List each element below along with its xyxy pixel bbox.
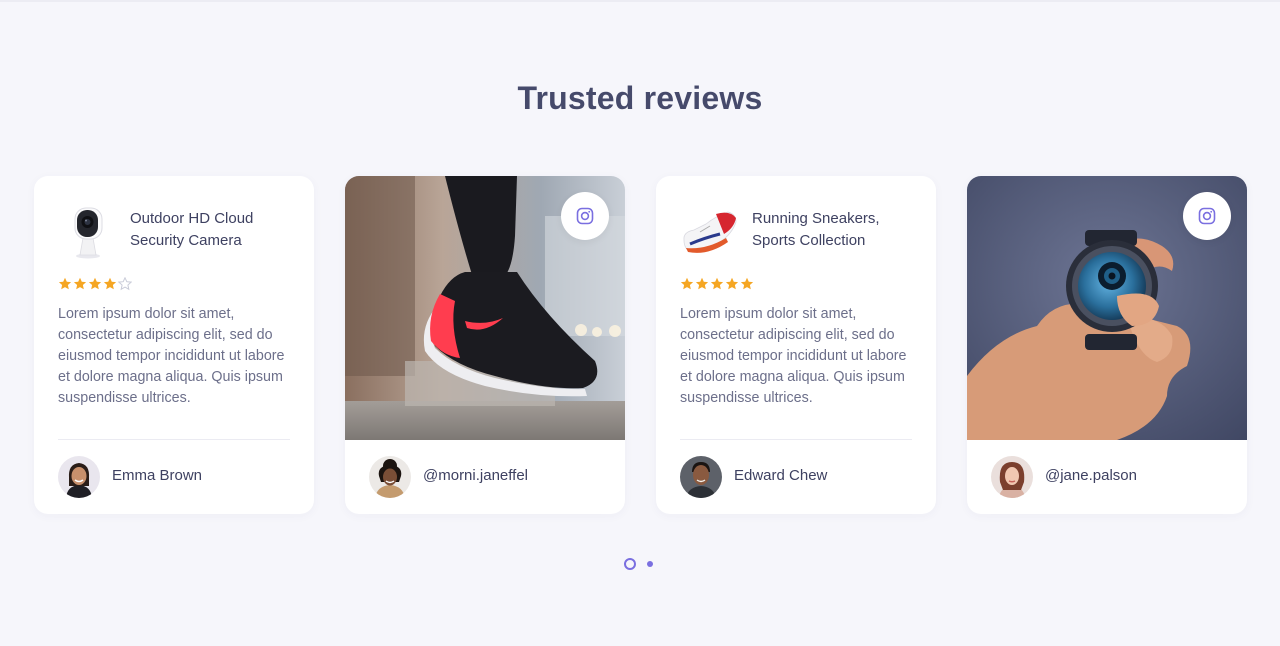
author-name: @jane.palson (1045, 467, 1137, 484)
star-filled-icon (73, 277, 87, 290)
review-author[interactable]: Emma Brown (58, 456, 290, 498)
star-empty-icon (118, 277, 132, 291)
instagram-button[interactable] (1183, 192, 1231, 240)
sneaker-icon (683, 211, 737, 253)
author-name: @morni.janeffel (423, 467, 528, 484)
section-title: Trusted reviews (517, 80, 763, 116)
rating-stars (58, 277, 132, 291)
top-divider (0, 0, 1280, 2)
review-author[interactable]: @morni.janeffel (369, 456, 601, 498)
author-name: Emma Brown (112, 467, 203, 484)
star-filled-icon (695, 277, 709, 290)
avatar (58, 456, 100, 498)
star-filled-icon (88, 277, 102, 290)
star-filled-icon (680, 277, 694, 290)
product-name: Outdoor HD Cloud Security Camera (130, 210, 254, 249)
review-text: Lorem ipsum dolor sit amet, consectetur … (680, 306, 907, 406)
star-filled-icon (740, 277, 754, 290)
instagram-icon (1198, 207, 1216, 225)
rating-stars (680, 277, 754, 291)
instagram-card: @morni.janeffel (345, 176, 625, 514)
star-filled-icon (725, 277, 739, 290)
instagram-card: @jane.palson (967, 176, 1247, 514)
divider (680, 439, 912, 440)
instagram-icon (576, 207, 594, 225)
star-filled-icon (58, 277, 72, 290)
avatar (369, 456, 411, 498)
product-info[interactable]: Outdoor HD Cloud Security Camera (58, 204, 290, 260)
author-name: Edward Chew (734, 467, 828, 484)
review-card: Running Sneakers, Sports Collection Lore… (656, 176, 936, 514)
pagination-dot[interactable] (647, 561, 653, 567)
review-author[interactable]: @jane.palson (991, 456, 1223, 498)
star-filled-icon (710, 277, 724, 290)
pagination-dot-active[interactable] (624, 558, 636, 570)
instagram-button[interactable] (561, 192, 609, 240)
review-card: Outdoor HD Cloud Security Camera Lorem i… (34, 176, 314, 514)
review-author[interactable]: Edward Chew (680, 456, 912, 498)
avatar (991, 456, 1033, 498)
avatar (680, 456, 722, 498)
product-name: Running Sneakers, Sports Collection (752, 210, 880, 249)
security-camera-icon (74, 207, 103, 259)
review-text: Lorem ipsum dolor sit amet, consectetur … (58, 306, 285, 406)
product-info[interactable]: Running Sneakers, Sports Collection (680, 204, 912, 260)
divider (58, 439, 290, 440)
star-filled-icon (103, 277, 117, 290)
carousel-pagination (0, 558, 1280, 570)
